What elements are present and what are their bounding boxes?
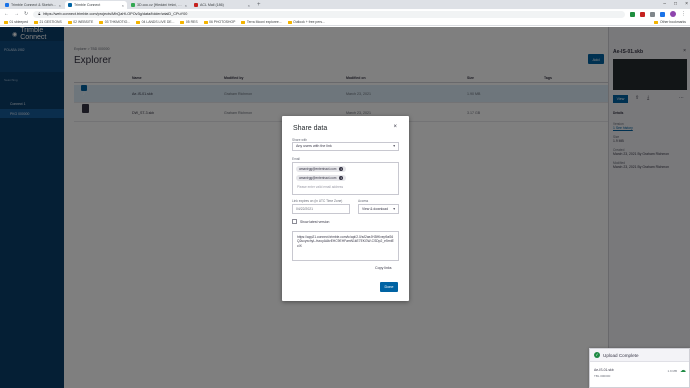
bookmark-item[interactable]: 03 THKMOTIO...: [99, 20, 130, 24]
check-circle-icon: ✓: [594, 352, 600, 358]
chevron-down-icon: ▾: [393, 207, 395, 211]
remove-chip-icon[interactable]: ×: [339, 176, 344, 180]
bookmark-item[interactable]: 06 PHOTOSHOP: [203, 20, 235, 24]
tab-label: Trimble Connect & SketchUp Wo: [11, 3, 57, 7]
tab-close-icon[interactable]: ×: [185, 3, 187, 8]
upload-toast: ✓ Upload Complete Ae-IS-01.skb TBL 00000…: [589, 348, 690, 388]
address-bar-row: ← → ↻ 🔒︎ https://web.connect.trimble.com…: [0, 9, 690, 19]
tab-label: 3D.coc.cz [Hledání řešní, řešení: [137, 3, 183, 7]
expiry-date-input[interactable]: 04/22/2021: [292, 204, 350, 214]
folder-icon: [99, 20, 104, 24]
new-tab-button[interactable]: +: [254, 1, 264, 9]
extension-icon[interactable]: [660, 11, 665, 17]
expiry-label: Link expires on (in UTC Time Zone): [292, 199, 343, 203]
bookmark-item[interactable]: 04 LANDS LIVE DE...: [136, 20, 174, 24]
bookmark-item[interactable]: 02 WEBSITE: [67, 20, 93, 24]
bookmark-item[interactable]: 05 RES: [180, 20, 198, 24]
tab-favicon-icon: [194, 3, 198, 7]
url-text: https://web.connect.trimble.com/projects…: [43, 12, 188, 16]
browser-tab-bar: Trimble Connect & SketchUp Wo × Trimble …: [0, 0, 690, 9]
chevron-down-icon: ▾: [393, 144, 395, 148]
email-placeholder: Please enter valid email address: [297, 185, 344, 189]
cloud-check-icon: ☁: [680, 368, 686, 374]
browser-tab-3[interactable]: 3D.coc.cz [Hledání řešní, řešení ×: [128, 1, 190, 9]
upload-destination: TBL 000000: [594, 374, 611, 378]
browser-tab-4[interactable]: ACL Mail (186) ×: [191, 1, 253, 9]
bookmark-item[interactable]: 21 GESTIONS: [33, 20, 62, 24]
email-field[interactable]: amanirgg@enterinact.com × amanirgg@enter…: [292, 162, 399, 195]
lock-icon: 🔒︎: [38, 12, 41, 16]
dialog-title: Share data: [293, 125, 328, 132]
expiry-date-value: 04/22/2021: [296, 207, 313, 211]
bookmark-item[interactable]: 01 sbleeped: [4, 20, 28, 24]
browser-tab-1[interactable]: Trimble Connect & SketchUp Wo ×: [2, 1, 64, 9]
access-value: View & download: [362, 207, 388, 211]
folder-icon: [4, 20, 8, 24]
upload-size: 1.9 MB: [667, 369, 677, 373]
show-latest-label: Show latest version: [300, 219, 330, 224]
tab-favicon-icon: [68, 3, 72, 7]
window-controls: – □ ×: [663, 0, 688, 8]
reload-icon[interactable]: ↻: [24, 11, 28, 17]
email-chip-text: amanirgg@enterinact.com: [299, 176, 337, 180]
share-link-field[interactable]: https://app21.connect.trimble.com/tc/api…: [292, 231, 399, 261]
access-select[interactable]: View & download ▾: [358, 204, 399, 214]
url-field[interactable]: 🔒︎ https://web.connect.trimble.com/proje…: [33, 10, 625, 18]
upload-toast-header: ✓ Upload Complete: [590, 349, 689, 362]
tab-favicon-icon: [131, 3, 135, 7]
show-latest-version-option[interactable]: Show latest version: [292, 219, 329, 224]
folder-icon: [67, 20, 72, 24]
tab-favicon-icon: [5, 3, 9, 7]
browser-menu-icon[interactable]: ⋮: [681, 11, 686, 17]
bookmark-item[interactable]: Terra Mooni exploree...: [241, 20, 282, 24]
email-chip: amanirgg@enterinact.com ×: [296, 175, 347, 181]
tab-close-icon[interactable]: ×: [59, 3, 61, 8]
share-with-select[interactable]: Any users with the link ▾: [292, 142, 399, 151]
forward-icon[interactable]: →: [14, 11, 19, 17]
maximize-icon[interactable]: □: [674, 0, 677, 8]
folder-icon: [654, 20, 659, 24]
tab-close-icon[interactable]: ×: [122, 3, 124, 8]
folder-icon: [33, 20, 38, 24]
email-label: Email: [292, 157, 300, 161]
tab-label: Trimble Connect: [74, 3, 101, 7]
tab-close-icon[interactable]: ×: [248, 3, 250, 8]
folder-icon: [287, 20, 292, 24]
folder-icon: [241, 20, 246, 24]
close-window-icon[interactable]: ×: [685, 0, 688, 8]
upload-title: Upload Complete: [603, 352, 639, 358]
bookmarks-bar: 01 sbleeped 21 GESTIONS 02 WEBSITE 03 TH…: [0, 19, 690, 26]
other-bookmarks[interactable]: Other bookmarks: [654, 20, 686, 24]
email-chip: amanirgg@enterinact.com ×: [296, 166, 347, 172]
bookmark-item[interactable]: Outlook + free pers...: [287, 20, 325, 24]
extension-icon[interactable]: [650, 11, 655, 17]
tab-label: ACL Mail (186): [200, 3, 224, 7]
email-chip-text: amanirgg@enterinact.com: [299, 167, 337, 171]
access-label: Access: [358, 199, 369, 203]
folder-icon: [180, 20, 185, 24]
browser-tab-2[interactable]: Trimble Connect ×: [65, 1, 127, 9]
copy-links-button[interactable]: Copy links: [375, 266, 392, 270]
share-with-value: Any users with the link: [296, 144, 332, 148]
close-icon[interactable]: ×: [393, 124, 397, 130]
extension-icon[interactable]: [630, 11, 635, 17]
extension-icon[interactable]: [640, 11, 645, 17]
show-latest-checkbox[interactable]: [292, 219, 297, 224]
profile-avatar[interactable]: [670, 11, 676, 17]
minimize-icon[interactable]: –: [663, 0, 666, 8]
back-icon[interactable]: ←: [4, 11, 9, 17]
remove-chip-icon[interactable]: ×: [339, 167, 344, 171]
folder-icon: [136, 20, 141, 24]
folder-icon: [203, 20, 208, 24]
done-button[interactable]: Done: [380, 282, 398, 292]
share-link-text: https://app21.connect.trimble.com/tc/api…: [297, 235, 394, 248]
upload-file-name: Ae-IS-01.skb: [594, 368, 614, 372]
